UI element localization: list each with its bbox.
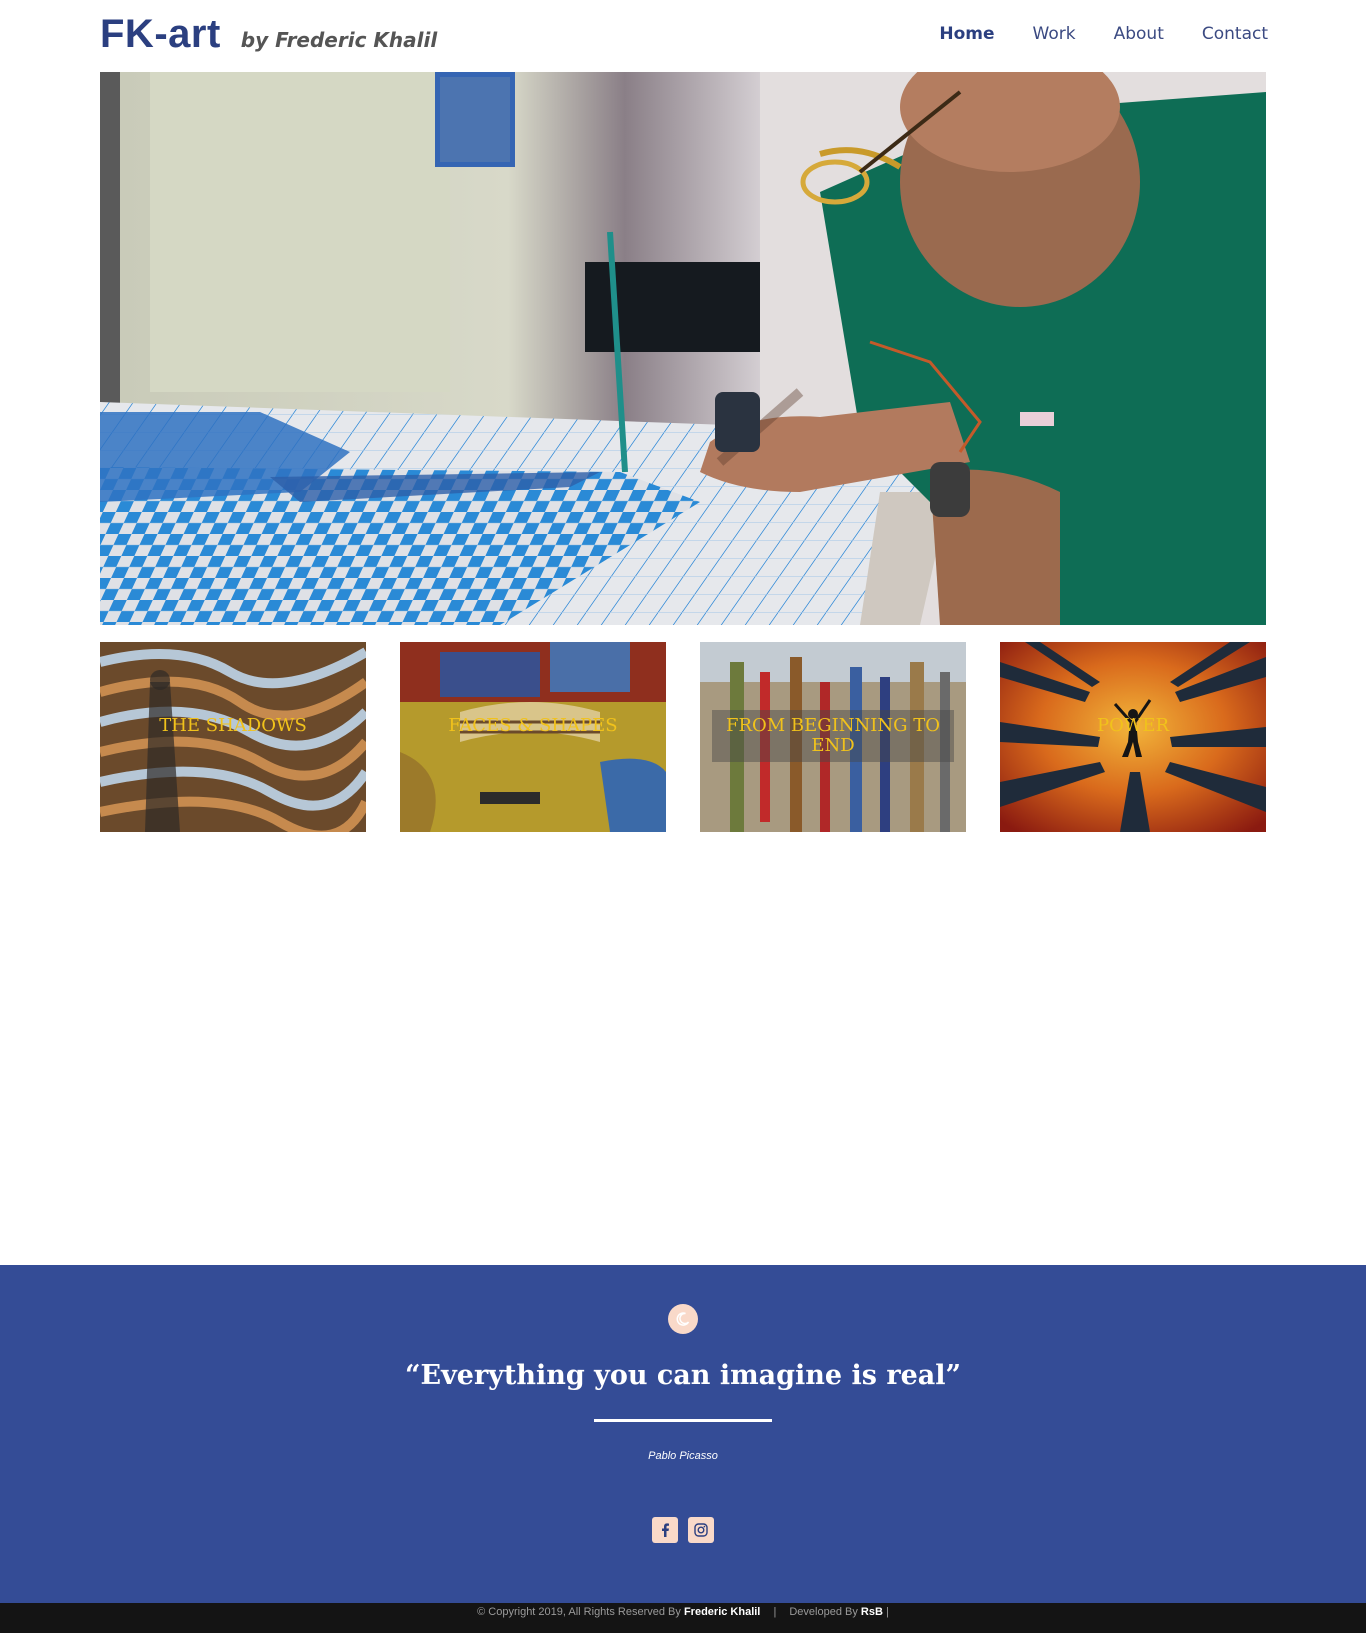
logo-tagline: by Frederic Khalil [240, 28, 438, 52]
nav-home[interactable]: Home [939, 24, 994, 44]
separator: | [773, 1606, 777, 1618]
tile-title: FACES & SHAPES [448, 715, 618, 736]
developer-link[interactable]: RsB [861, 1606, 883, 1618]
main-nav: Home Work About Contact [939, 24, 1268, 44]
separator: | [886, 1606, 889, 1618]
tile-title: THE SHADOWS [159, 715, 307, 736]
page: FK-art by Frederic Khalil Home Work Abou… [0, 0, 1366, 1633]
nav-contact[interactable]: Contact [1202, 24, 1268, 44]
hero-image [100, 72, 1266, 625]
quote-divider [594, 1419, 772, 1422]
social-links [652, 1517, 714, 1543]
moon-icon [668, 1304, 698, 1334]
quote-author: Pablo Picasso [648, 1450, 718, 1462]
facebook-icon[interactable] [652, 1517, 678, 1543]
logo-wordmark: FK-art [100, 12, 221, 56]
copyright-bar: © Copyright 2019, All Rights Reserved By… [0, 1603, 1366, 1633]
copyright-text: © Copyright 2019, All Rights Reserved By [477, 1606, 681, 1618]
site-footer: “Everything you can imagine is real” Pab… [0, 1265, 1366, 1603]
copyright-owner-link[interactable]: Frederic Khalil [684, 1606, 760, 1618]
nav-work[interactable]: Work [1033, 24, 1076, 44]
gallery-tile-power[interactable]: POWER [1000, 642, 1266, 832]
instagram-icon[interactable] [688, 1517, 714, 1543]
gallery-row: THE SHADOWS FACES & SHAPES FROM BEGINNIN… [100, 642, 1266, 832]
site-header: FK-art by Frederic Khalil Home Work Abou… [0, 0, 1366, 72]
nav-about[interactable]: About [1114, 24, 1164, 44]
gallery-tile-beginning-end[interactable]: FROM BEGINNING TO END [700, 642, 966, 832]
tile-title: POWER [1096, 715, 1170, 736]
footer-quote: “Everything you can imagine is real” [404, 1360, 962, 1391]
gallery-tile-shadows[interactable]: THE SHADOWS [100, 642, 366, 832]
site-logo[interactable]: FK-art by Frederic Khalil [100, 12, 437, 57]
developed-text: Developed By [789, 1606, 858, 1618]
gallery-tile-faces-shapes[interactable]: FACES & SHAPES [400, 642, 666, 832]
tile-title: FROM BEGINNING TO END [712, 710, 954, 762]
